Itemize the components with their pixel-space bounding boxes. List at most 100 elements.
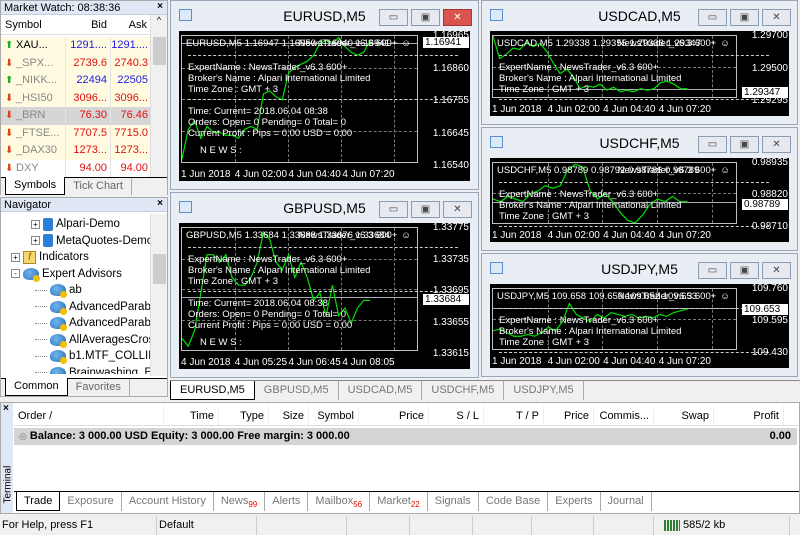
chart-window[interactable]: GBPUSD,M5 ▭ ▣ ✕ GBPUSD,M5 1.33684 1.33688 1.… (170, 192, 479, 378)
collapse-icon[interactable]: - (11, 269, 20, 278)
navigator-item[interactable]: Brainwashing_Exp (31, 365, 151, 375)
close-icon[interactable]: × (3, 403, 9, 414)
chart-tab[interactable]: USDCHF,M5 (422, 381, 505, 400)
navigator-item[interactable]: AdvancedParabol (31, 315, 151, 331)
price-chart[interactable]: USDCAD,M5 1.29338 1.29355 1.29336 1.2934… (490, 31, 789, 116)
market-watch-row[interactable]: ⬇ _SPX... 2739.6 2740.3 (1, 54, 151, 72)
maximize-button[interactable]: ▣ (730, 9, 759, 26)
scroll-thumb[interactable] (153, 37, 166, 65)
tab-label: News (220, 495, 249, 507)
terminal-tab[interactable]: News99 (214, 492, 266, 511)
tab-symbols[interactable]: Symbols (5, 177, 66, 195)
col-symbol[interactable]: Symbol (1, 15, 66, 34)
terminal-tab[interactable]: Code Base (479, 492, 549, 511)
scroll-up-icon[interactable]: ^ (151, 15, 167, 25)
column-header[interactable]: Type (219, 406, 269, 425)
chart-window[interactable]: EURUSD,M5 ▭ ▣ ✕ EURUSD,M5 1.16947 1.16950 1.… (170, 0, 479, 190)
column-header[interactable]: S / L (429, 406, 484, 425)
column-header[interactable]: Time (164, 406, 219, 425)
maximize-button[interactable]: ▣ (730, 136, 759, 153)
scrollbar[interactable] (150, 214, 167, 376)
navigator-item[interactable]: + MetaQuotes-Demo (31, 233, 151, 249)
chart-tab[interactable]: USDJPY,M5 (504, 381, 584, 400)
navigator-item[interactable]: AllAveragesCrosse (31, 332, 151, 348)
column-header[interactable]: T / P (484, 406, 544, 425)
col-bid[interactable]: Bid (66, 15, 111, 34)
scroll-thumb[interactable] (153, 254, 166, 284)
column-header[interactable]: Order / (14, 406, 164, 425)
separator-line (188, 99, 458, 100)
expand-icon[interactable]: + (31, 219, 40, 229)
chart-window[interactable]: USDJPY,M5 ▭ ▣ ✕ USDJPY,M5 109.658 109.659 10… (481, 253, 798, 377)
maximize-button[interactable]: ▣ (730, 262, 759, 279)
maximize-button[interactable]: ▣ (411, 9, 440, 26)
navigator-item[interactable]: + Alpari-Demo (31, 216, 120, 232)
col-ask[interactable]: Ask (111, 15, 151, 34)
chart-tab[interactable]: USDCAD,M5 (339, 381, 423, 400)
navigator-item[interactable]: b1.MTF_COLLIDEI (31, 348, 151, 364)
arrow-down-icon: ⬇ (5, 110, 14, 121)
navigator-item[interactable]: + f Indicators (11, 249, 89, 265)
close-button[interactable]: ✕ (762, 262, 791, 279)
chart-tab[interactable]: EURUSD,M5 (170, 381, 255, 400)
column-header[interactable]: Profit (714, 406, 784, 425)
navigator-item-label: Brainwashing_Exp (69, 366, 151, 375)
column-header[interactable]: Price (544, 406, 594, 425)
balance-row[interactable]: ◎ Balance: 3 000.00 USD Equity: 3 000.00… (14, 428, 797, 445)
close-icon[interactable]: × (157, 198, 163, 209)
terminal-tab[interactable]: Journal (601, 492, 652, 511)
close-button[interactable]: ✕ (762, 136, 791, 153)
column-header[interactable]: Commis... (594, 406, 654, 425)
minimize-button[interactable]: ▭ (698, 9, 727, 26)
expand-icon[interactable]: + (11, 252, 20, 262)
column-header[interactable]: Size (269, 406, 309, 425)
terminal-tab[interactable]: Signals (428, 492, 479, 511)
navigator-item[interactable]: - Expert Advisors (11, 266, 122, 282)
close-button[interactable]: ✕ (443, 201, 472, 218)
navigator-item[interactable]: ab (31, 282, 82, 298)
price-chart[interactable]: USDJPY,M5 109.658 109.659 109.652 109.65… (490, 284, 789, 368)
market-watch-row[interactable]: ⬇ DXY 94.00 94.00 (1, 159, 151, 177)
terminal-tab[interactable]: Mailbox56 (308, 492, 371, 511)
tab-favorites[interactable]: Favorites (68, 379, 130, 396)
minimize-button[interactable]: ▭ (698, 262, 727, 279)
minimize-button[interactable]: ▭ (379, 9, 408, 26)
navigator-item[interactable]: AdvancedParabol (31, 299, 151, 315)
chart-window[interactable]: USDCAD,M5 ▭ ▣ ✕ USDCAD,M5 1.29338 1.29355 1.… (481, 0, 798, 125)
market-watch-row[interactable]: ⬇ _HSI50 3096... 3096... (1, 89, 151, 107)
terminal-tab[interactable]: Alerts (265, 492, 309, 511)
ea-info-expert: ExpertName : NewsTrader_v6.3 600+ (499, 315, 659, 326)
maximize-button[interactable]: ▣ (411, 201, 440, 218)
price-chart[interactable]: EURUSD,M5 1.16947 1.16950 1.16940 1.1694… (179, 31, 470, 181)
market-watch-row[interactable]: ⬇ _BRN 76.30 76.46 (1, 107, 151, 125)
tab-tick-chart[interactable]: Tick Chart (65, 178, 132, 195)
chart-tab[interactable]: GBPUSD,M5 (255, 381, 339, 400)
scrollbar[interactable]: ^ (150, 15, 167, 178)
terminal-tab[interactable]: Trade (16, 492, 61, 511)
expand-icon[interactable]: + (31, 236, 40, 245)
column-header[interactable]: Swap (654, 406, 714, 425)
close-button[interactable]: ✕ (443, 9, 472, 26)
column-header[interactable]: Price (359, 406, 429, 425)
market-watch-row[interactable]: ⬇ _DAX30 1273... 1273... (1, 142, 151, 160)
terminal-tab[interactable]: Exposure (60, 492, 122, 511)
market-watch-row[interactable]: ⬆ XAU... 1291.... 1291.... (1, 37, 151, 55)
market-watch-row[interactable]: ⬆ _NIKK... 22494 22505 (1, 72, 151, 90)
tab-common[interactable]: Common (5, 378, 68, 396)
close-icon[interactable]: × (157, 1, 163, 12)
terminal-tab[interactable]: Account History (122, 492, 214, 511)
minimize-button[interactable]: ▭ (379, 201, 408, 218)
symbol-name: XAU... (16, 39, 48, 51)
market-watch-row[interactable]: ⬇ _FTSE... 7707.5 7715.0 (1, 124, 151, 142)
x-tick-label: 4 Jun 05:25 (234, 357, 288, 368)
close-button[interactable]: ✕ (762, 9, 791, 26)
connection-status[interactable]: 585/2 kb (654, 516, 790, 535)
price-chart[interactable]: USDCHF,M5 0.98789 0.98792 0.98786 0.9878… (490, 158, 789, 242)
price-chart[interactable]: GBPUSD,M5 1.33684 1.33688 1.33676 1.3368… (179, 223, 470, 369)
terminal-tab[interactable]: Experts (548, 492, 601, 511)
chart-window[interactable]: USDCHF,M5 ▭ ▣ ✕ USDCHF,M5 0.98789 0.98792 0.… (481, 127, 798, 251)
minimize-button[interactable]: ▭ (698, 136, 727, 153)
terminal-tab[interactable]: Market22 (370, 492, 428, 511)
status-dot-icon: ◎ (19, 431, 27, 441)
column-header[interactable]: Symbol (309, 406, 359, 425)
